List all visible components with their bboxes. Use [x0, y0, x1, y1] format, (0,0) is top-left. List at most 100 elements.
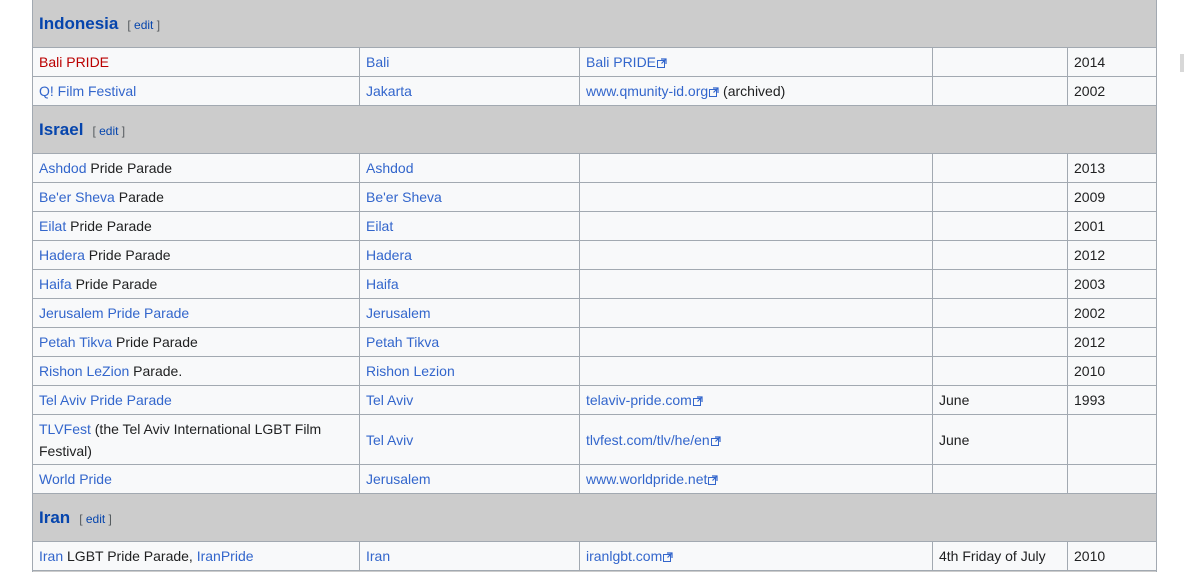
event-link[interactable]: Petah Tikva — [39, 334, 112, 350]
city-link[interactable]: Ashdod — [366, 160, 413, 176]
year-text: 2009 — [1074, 189, 1106, 205]
city-link[interactable]: Hadera — [366, 247, 412, 263]
table-row: Ashdod Pride Parade Ashdod 2013 — [32, 153, 1157, 183]
event-link[interactable]: Bali PRIDE — [39, 54, 109, 70]
website-cell — [579, 182, 933, 212]
website-cell: Bali PRIDE — [579, 47, 933, 77]
table-row: Petah Tikva Pride Parade Petah Tikva 2012 — [32, 327, 1157, 357]
month-cell — [932, 47, 1068, 77]
event-link[interactable]: World Pride — [39, 471, 112, 487]
city-cell: Petah Tikva — [359, 327, 580, 357]
table-row: Bali PRIDE Bali Bali PRIDE 2014 — [32, 47, 1157, 77]
event-text: Parade. — [129, 363, 183, 379]
event-link[interactable]: Eilat — [39, 218, 66, 234]
table-row: Iran LGBT Pride Parade, IranPride Iran ira… — [32, 541, 1157, 571]
event-text: Pride Parade — [86, 160, 173, 176]
country-heading[interactable]: Indonesia — [39, 14, 118, 33]
edit-link[interactable]: edit — [134, 18, 153, 32]
year-cell: 2002 — [1067, 298, 1157, 328]
website-link-text: tlvfest.com/tlv/he/en — [586, 431, 710, 448]
year-cell: 2012 — [1067, 327, 1157, 357]
month-cell — [932, 240, 1068, 270]
city-link[interactable]: Tel Aviv — [366, 392, 413, 408]
year-cell: 2001 — [1067, 211, 1157, 241]
city-cell: Tel Aviv — [359, 385, 580, 415]
city-link[interactable]: Rishon Lezion — [366, 363, 455, 379]
event-cell: Rishon LeZion Parade. — [32, 356, 360, 386]
month-cell — [932, 76, 1068, 106]
city-cell: Hadera — [359, 240, 580, 270]
event-link[interactable]: Rishon LeZion — [39, 363, 129, 379]
edit-section-link: [ edit ] — [79, 512, 112, 526]
event-link[interactable]: Tel Aviv Pride Parade — [39, 392, 172, 408]
event-link[interactable]: Ashdod — [39, 160, 86, 176]
city-link[interactable]: Jakarta — [366, 83, 412, 99]
city-link[interactable]: Eilat — [366, 218, 393, 234]
city-cell: Ashdod — [359, 153, 580, 183]
external-link-icon — [708, 475, 718, 485]
city-cell: Jerusalem — [359, 464, 580, 494]
website-cell — [579, 327, 933, 357]
table-row: Q! Film Festival Jakarta www.qmunity-id.or… — [32, 76, 1157, 106]
table-row: Jerusalem Pride Parade Jerusalem 2002 — [32, 298, 1157, 328]
table-row: Tel Aviv Pride Parade Tel Aviv telaviv-pri… — [32, 385, 1157, 415]
month-text: June — [939, 392, 970, 408]
year-text: 2014 — [1074, 54, 1106, 70]
event-text: Pride Parade — [66, 218, 152, 234]
country-heading[interactable]: Israel — [39, 120, 83, 139]
event-cell: Q! Film Festival — [32, 76, 360, 106]
website-note: (archived) — [719, 83, 786, 99]
table-row: TLVFest (the Tel Aviv International LGBT… — [32, 414, 1157, 465]
month-cell: 4th Friday of July — [932, 541, 1068, 571]
event-link[interactable]: Hadera — [39, 247, 85, 263]
section-header-cell: Iran [ edit ] — [32, 493, 1157, 542]
city-cell: Jerusalem — [359, 298, 580, 328]
event-link[interactable]: Q! Film Festival — [39, 83, 136, 99]
website-link[interactable]: Bali PRIDE — [586, 54, 667, 70]
city-link[interactable]: Haifa — [366, 276, 399, 292]
event-link[interactable]: Be'er Sheva — [39, 189, 115, 205]
website-cell — [579, 240, 933, 270]
event-link[interactable]: Haifa — [39, 276, 72, 292]
edit-link[interactable]: edit — [99, 124, 118, 138]
month-cell — [932, 327, 1068, 357]
website-cell: tlvfest.com/tlv/he/en — [579, 414, 933, 465]
event-link[interactable]: Iran — [39, 548, 63, 564]
month-cell — [932, 182, 1068, 212]
website-link-text: www.worldpride.net — [586, 471, 708, 487]
scrollbar-thumb[interactable] — [1180, 54, 1184, 72]
table-row: Haifa Pride Parade Haifa 2003 — [32, 269, 1157, 299]
event-cell: Petah Tikva Pride Parade — [32, 327, 360, 357]
city-link[interactable]: Iran — [366, 548, 390, 564]
year-cell: 2002 — [1067, 76, 1157, 106]
event-cell: Tel Aviv Pride Parade — [32, 385, 360, 415]
city-link[interactable]: Petah Tikva — [366, 334, 439, 350]
city-link[interactable]: Jerusalem — [366, 471, 431, 487]
edit-link[interactable]: edit — [86, 512, 105, 526]
country-heading[interactable]: Iran — [39, 508, 70, 527]
event-link[interactable]: TLVFest — [39, 421, 91, 437]
city-link[interactable]: Jerusalem — [366, 305, 431, 321]
month-cell — [932, 298, 1068, 328]
city-link[interactable]: Bali — [366, 54, 389, 70]
website-link[interactable]: www.qmunity-id.org — [586, 83, 719, 99]
website-cell — [579, 356, 933, 386]
pride-events-table: Indonesia[ edit ] Bali PRIDE Bali Bali PRID… — [32, 0, 1157, 572]
event-link[interactable]: Jerusalem Pride Parade — [39, 305, 189, 321]
website-link[interactable]: iranlgbt.com — [586, 548, 673, 564]
section-header: Iran [ edit ] — [32, 493, 1157, 542]
table-row: World Pride Jerusalem www.worldpride.net — [32, 464, 1157, 494]
city-link[interactable]: Tel Aviv — [366, 432, 413, 448]
external-link-icon — [709, 87, 719, 97]
website-link[interactable]: www.worldpride.net — [586, 471, 718, 487]
event-link[interactable]: IranPride — [197, 548, 254, 564]
website-link[interactable]: telaviv-pride.com — [586, 392, 703, 408]
year-cell: 2014 — [1067, 47, 1157, 77]
event-cell: Jerusalem Pride Parade — [32, 298, 360, 328]
city-link[interactable]: Be'er Sheva — [366, 189, 442, 205]
website-link-text: iranlgbt.com — [586, 548, 663, 564]
city-cell: Bali — [359, 47, 580, 77]
year-text: 2010 — [1074, 548, 1106, 564]
website-link[interactable]: tlvfest.com/tlv/he/en — [586, 432, 721, 448]
website-cell: telaviv-pride.com — [579, 385, 933, 415]
